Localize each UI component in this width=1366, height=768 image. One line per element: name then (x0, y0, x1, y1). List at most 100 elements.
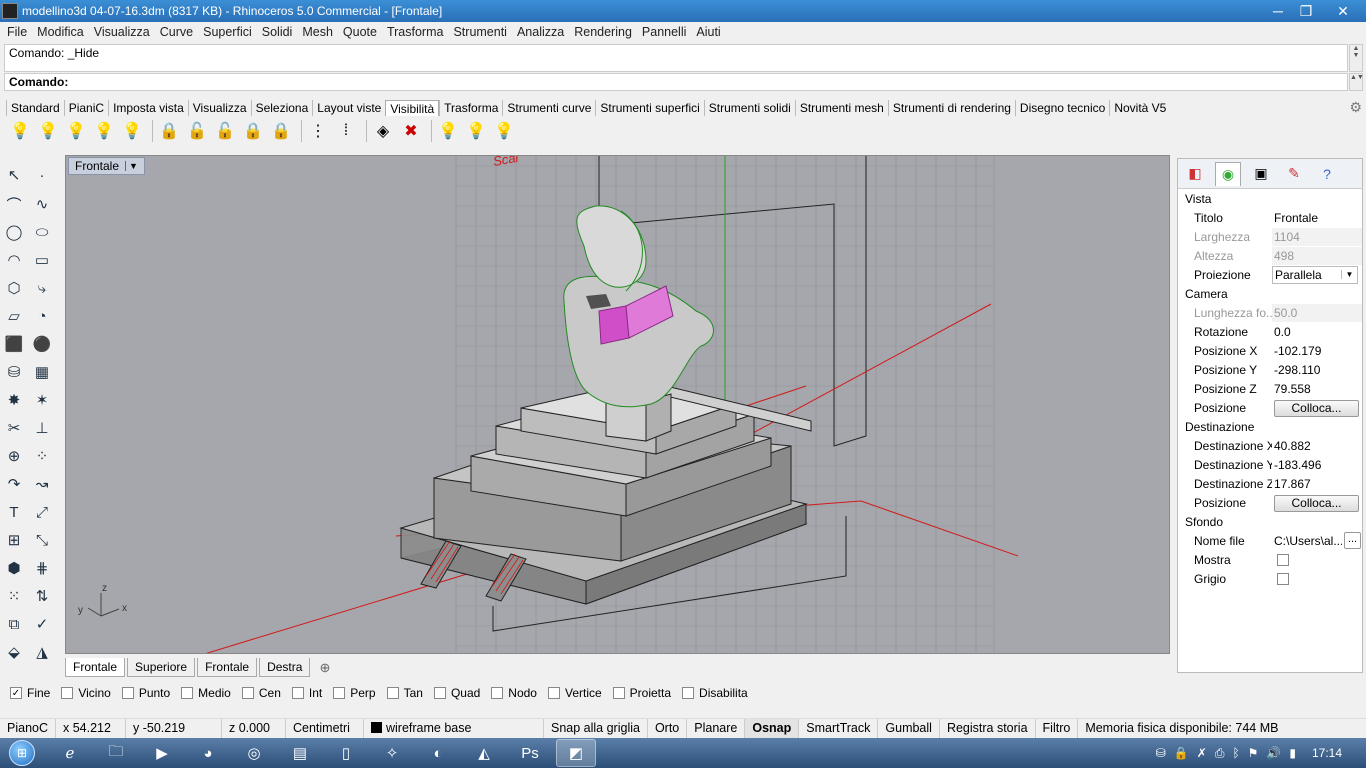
lightbulb-on-icon[interactable]: 💡 (8, 119, 32, 143)
destinazione-x-field[interactable]: 40.882 (1272, 437, 1362, 455)
chrome-icon[interactable]: ◎ (234, 739, 274, 767)
osnap-vertice[interactable]: Vertice (547, 686, 602, 700)
osnap-cen[interactable]: Cen (241, 686, 281, 700)
tab-layout-viste[interactable]: Layout viste (312, 99, 385, 116)
destinazione-z-field[interactable]: 17.867 (1272, 475, 1362, 493)
scale-icon[interactable]: ⤡ (30, 528, 54, 552)
osnap-perp-checkbox[interactable] (333, 687, 346, 699)
show-points-icon[interactable]: ⁞ (334, 119, 358, 143)
colloca-target-button[interactable]: Colloca... (1274, 494, 1359, 512)
surface-icon[interactable]: ▱ (2, 304, 26, 328)
paint-icon[interactable]: ◐ (418, 739, 458, 767)
osnap-quad[interactable]: Quad (433, 686, 480, 700)
nome-file-field[interactable]: C:\Users\al... (1274, 532, 1342, 550)
mesh-icon[interactable]: ▦ (30, 360, 54, 384)
array-icon[interactable]: ⊞ (2, 528, 26, 552)
tray-flag-icon[interactable]: ⚑ (1248, 746, 1259, 760)
tray-clock[interactable]: 17:14 (1312, 746, 1342, 760)
menu-analizza[interactable]: Analizza (512, 25, 569, 39)
check-icon[interactable]: ✓ (30, 612, 54, 636)
status-layer[interactable]: wireframe base (364, 719, 544, 738)
osnap-vertice-checkbox[interactable] (547, 687, 560, 699)
render-icon[interactable]: ⬙ (2, 640, 26, 664)
maximize-button[interactable]: ❐ (1292, 0, 1320, 22)
menu-trasforma[interactable]: Trasforma (382, 25, 449, 39)
grid-snap-icon[interactable]: ⋕ (30, 556, 54, 580)
firefox-icon[interactable]: ◕ (188, 739, 228, 767)
lock-multi-icon[interactable]: 🔒 (269, 119, 293, 143)
rotazione-field[interactable]: 0.0 (1272, 323, 1362, 341)
command-history-scrollbar[interactable]: ▲ ▼ (1349, 44, 1363, 72)
osnap-punto[interactable]: Punto (121, 686, 170, 700)
sphere-icon[interactable]: ⚫ (30, 332, 54, 356)
tray-network-icon[interactable]: ⛁ (1156, 746, 1166, 760)
status-history[interactable]: Registra storia (940, 719, 1036, 738)
tab-visualizza[interactable]: Visualizza (187, 99, 251, 116)
osnap-fine-checkbox[interactable]: ✓ (10, 687, 22, 699)
status-cplane[interactable]: PianoC (0, 719, 56, 738)
layer-tool-icon[interactable]: ⧉ (2, 612, 26, 636)
lightbulb-layer-on-icon[interactable]: 💡 (492, 119, 516, 143)
point-icon[interactable]: · (30, 163, 54, 187)
tab-trasforma[interactable]: Trasforma (439, 99, 502, 116)
lightbulb-layer-icon[interactable]: 💡 (436, 119, 460, 143)
destinazione-y-field[interactable]: -183.496 (1272, 456, 1362, 474)
lightbulb-multi-icon[interactable]: 💡 (120, 119, 144, 143)
osnap-tan-checkbox[interactable] (386, 687, 399, 699)
posizione-z-field[interactable]: 79.558 (1272, 380, 1362, 398)
unlock-selected-icon[interactable]: 🔓 (213, 119, 237, 143)
rectangle-icon[interactable]: ▭ (30, 248, 54, 272)
tab-imposta-vista[interactable]: Imposta vista (108, 99, 188, 116)
tab-strumenti-curve[interactable]: Strumenti curve (502, 99, 595, 116)
osnap-punto-checkbox[interactable] (121, 687, 134, 699)
titolo-field[interactable]: Frontale (1272, 209, 1362, 227)
colloca-camera-button[interactable]: Colloca... (1274, 399, 1359, 417)
osnap-vicino[interactable]: Vicino (61, 686, 111, 700)
explorer-icon[interactable]: 🗀 (96, 739, 136, 767)
osnap-nodo[interactable]: Nodo (491, 686, 537, 700)
cylinder-icon[interactable]: ⛁ (2, 360, 26, 384)
view-tab-frontale[interactable]: Frontale (65, 658, 126, 677)
lightbulb-icon[interactable]: 💡 (36, 119, 60, 143)
ie-icon[interactable]: ℯ (50, 739, 90, 767)
menu-visualizza[interactable]: Visualizza (89, 25, 155, 39)
view-tab-superiore[interactable]: Superiore (127, 658, 196, 677)
isolate-icon[interactable]: ◈ (371, 119, 395, 143)
help-icon[interactable]: ? (1314, 162, 1340, 186)
pencil-icon[interactable]: ✎ (1281, 162, 1307, 186)
hide-points-icon[interactable]: ⋮ (306, 119, 330, 143)
osnap-quad-checkbox[interactable] (433, 687, 446, 699)
model-canvas[interactable]: Scal (66, 156, 1170, 654)
trim-icon[interactable]: ✂ (2, 416, 26, 440)
points-grid-icon[interactable]: ⁙ (2, 584, 26, 608)
lightbulb-swap-icon[interactable]: 💡 (92, 119, 116, 143)
photoshop-icon[interactable]: Ps (510, 739, 550, 767)
grigio-checkbox[interactable] (1277, 572, 1289, 585)
tab-visibilita[interactable]: Visibilità (385, 99, 440, 116)
tab-disegno-tecnico[interactable]: Disegno tecnico (1014, 99, 1109, 116)
viewport-label[interactable]: Frontale ▼ (68, 157, 145, 175)
osnap-disabilita[interactable]: Disabilita (682, 686, 748, 700)
osnap-cen-checkbox[interactable] (241, 687, 254, 699)
mostra-checkbox[interactable] (1277, 553, 1289, 566)
media-player-icon[interactable]: ▶ (142, 739, 182, 767)
tab-strumenti-mesh[interactable]: Strumenti mesh (794, 99, 888, 116)
osnap-vicino-checkbox[interactable] (61, 687, 74, 699)
lock-icon[interactable]: 🔒 (157, 119, 181, 143)
menu-file[interactable]: File (2, 25, 32, 39)
osnap-perp[interactable]: Perp (333, 686, 376, 700)
hide-in-detail-icon[interactable]: ✖ (399, 119, 423, 143)
curve-icon[interactable]: ∿ (30, 192, 54, 216)
menu-strumenti[interactable]: Strumenti (448, 25, 512, 39)
tab-strumenti-solidi[interactable]: Strumenti solidi (703, 99, 795, 116)
status-smarttrack[interactable]: SmartTrack (799, 719, 879, 738)
view-tab-destra[interactable]: Destra (259, 658, 311, 677)
color-wheel-icon[interactable]: ◉ (1215, 161, 1241, 186)
posizione-y-field[interactable]: -298.110 (1272, 361, 1362, 379)
material-icon[interactable]: ◮ (30, 640, 54, 664)
status-planare[interactable]: Planare (687, 719, 746, 738)
osnap-medio[interactable]: Medio (181, 686, 231, 700)
tray-lock-icon[interactable]: 🔒 (1174, 746, 1189, 760)
lock-swap-icon[interactable]: 🔒 (241, 119, 265, 143)
align-icon[interactable]: ⇅ (30, 584, 54, 608)
